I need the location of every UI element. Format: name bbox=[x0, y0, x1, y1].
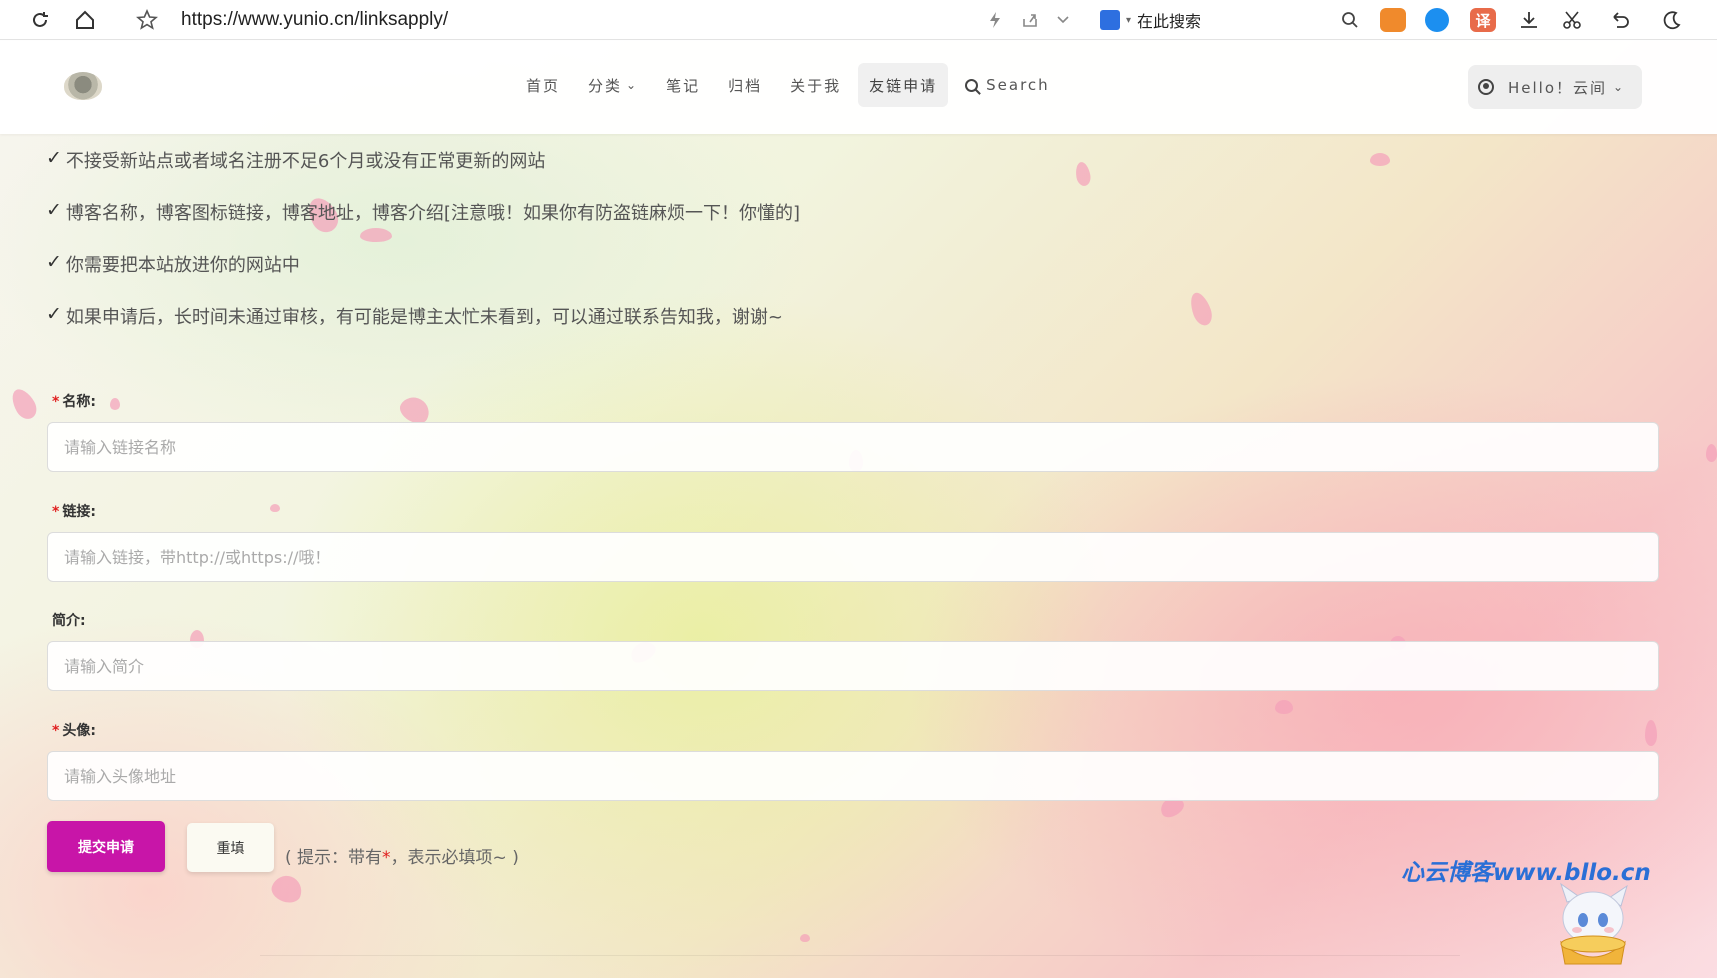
scissors-icon[interactable] bbox=[1560, 8, 1584, 32]
apply-rules: ✓ 不接受新站点或者域名注册不足6个月或没有正常更新的网站 ✓ 博客名称，博客图标链… bbox=[46, 147, 800, 355]
browser-search-placeholder: 在此搜索 bbox=[1137, 12, 1202, 31]
main-nav: 首页 分类 ⌄ 笔记 归档 关于我 友链申请 Search bbox=[515, 63, 1067, 107]
avatar-label-text: 头像: bbox=[62, 723, 96, 739]
hint-suffix: ，表示必填项~ ) bbox=[390, 848, 519, 868]
form-hint: ( 提示：带有*，表示必填项~ ) bbox=[285, 843, 519, 868]
chevron-down-icon: ⌄ bbox=[1613, 80, 1626, 94]
nav-item-label: 友链申请 bbox=[869, 76, 938, 95]
petal-decoration bbox=[1645, 720, 1657, 746]
game-extension-icon[interactable] bbox=[1380, 8, 1406, 32]
avatar-label: * 头像: bbox=[52, 720, 96, 740]
search-icon bbox=[965, 78, 979, 92]
footer-divider bbox=[260, 955, 1460, 956]
submit-button[interactable]: 提交申请 bbox=[47, 821, 165, 872]
rule-item: ✓ 不接受新站点或者域名注册不足6个月或没有正常更新的网站 bbox=[46, 147, 800, 199]
check-icon: ✓ bbox=[46, 199, 62, 221]
petal-decoration bbox=[270, 504, 280, 512]
chevron-down-icon: ⌄ bbox=[626, 78, 639, 92]
share-icon[interactable] bbox=[1018, 8, 1042, 32]
nav-item-label: 归档 bbox=[728, 76, 763, 95]
petal-decoration bbox=[1706, 444, 1717, 462]
reload-icon[interactable] bbox=[28, 8, 52, 32]
nav-item-label: 分类 bbox=[588, 76, 623, 95]
nav-item-archive[interactable]: 归档 bbox=[717, 63, 773, 107]
nav-item-notes[interactable]: 笔记 bbox=[655, 63, 711, 107]
rule-text: 如果申请后，长时间未通过审核，有可能是博主太忙未看到，可以通过联系告知我，谢谢~ bbox=[65, 307, 783, 328]
required-mark: * bbox=[52, 504, 60, 520]
avatar-input[interactable] bbox=[47, 751, 1659, 801]
petal-decoration bbox=[1370, 153, 1390, 166]
infinity-extension-icon[interactable] bbox=[1425, 8, 1449, 32]
rule-text: 博客名称，博客图标链接，博客地址，博客介绍[注意哦！如果你有防盗链麻烦一下！你懂… bbox=[65, 203, 800, 224]
intro-label-text: 简介: bbox=[52, 613, 86, 629]
name-label-text: 名称: bbox=[62, 394, 96, 410]
nav-item-friend-link-apply[interactable]: 友链申请 bbox=[858, 63, 949, 107]
name-label: * 名称: bbox=[52, 391, 96, 411]
petal-decoration bbox=[800, 934, 810, 942]
engine-dropdown-icon: ▾ bbox=[1126, 14, 1132, 26]
search-icon[interactable] bbox=[1338, 8, 1362, 32]
link-label-text: 链接: bbox=[62, 504, 96, 520]
check-icon: ✓ bbox=[46, 303, 62, 325]
lightning-icon[interactable] bbox=[983, 8, 1007, 32]
chevron-down-icon[interactable] bbox=[1051, 8, 1075, 32]
nav-item-label: 首页 bbox=[526, 76, 561, 95]
reset-button[interactable]: 重填 bbox=[187, 823, 274, 872]
hint-required-mark: * bbox=[382, 848, 391, 868]
nav-item-home[interactable]: 首页 bbox=[515, 63, 571, 107]
night-mode-icon[interactable] bbox=[1660, 8, 1684, 32]
download-icon[interactable] bbox=[1517, 8, 1541, 32]
nav-item-label: 关于我 bbox=[790, 76, 842, 95]
address-bar[interactable]: https://www.yunio.cn/linksapply/ bbox=[181, 9, 448, 31]
browser-search-box[interactable]: ▾ 在此搜索 bbox=[1100, 8, 1201, 32]
check-icon: ✓ bbox=[46, 147, 62, 169]
nav-search-button[interactable]: Search bbox=[954, 63, 1061, 107]
rule-item: ✓ 你需要把本站放进你的网站中 bbox=[46, 251, 800, 303]
nav-search-label: Search bbox=[986, 76, 1050, 94]
intro-label: 简介: bbox=[52, 610, 86, 630]
mascot-avatar[interactable] bbox=[1547, 880, 1637, 968]
nav-item-category[interactable]: 分类 ⌄ bbox=[577, 63, 649, 107]
intro-input[interactable] bbox=[47, 641, 1659, 691]
nav-item-about[interactable]: 关于我 bbox=[779, 63, 852, 107]
rule-item: ✓ 如果申请后，长时间未通过审核，有可能是博主太忙未看到，可以通过联系告知我，谢谢… bbox=[46, 303, 800, 355]
home-icon[interactable] bbox=[73, 8, 97, 32]
browser-toolbar: https://www.yunio.cn/linksapply/ ▾ 在此搜索 … bbox=[0, 0, 1717, 40]
rule-text: 你需要把本站放进你的网站中 bbox=[65, 255, 300, 276]
bookmark-star-icon[interactable] bbox=[135, 8, 159, 32]
link-input[interactable] bbox=[47, 532, 1659, 582]
name-input[interactable] bbox=[47, 422, 1659, 472]
rule-item: ✓ 博客名称，博客图标链接，博客地址，博客介绍[注意哦！如果你有防盗链麻烦一下！你… bbox=[46, 199, 800, 251]
site-logo[interactable] bbox=[64, 72, 102, 100]
check-icon: ✓ bbox=[46, 251, 62, 273]
link-label: * 链接: bbox=[52, 501, 96, 521]
user-avatar-icon bbox=[1478, 79, 1494, 95]
nav-item-label: 笔记 bbox=[666, 76, 701, 95]
hint-prefix: ( 提示：带有 bbox=[285, 848, 383, 868]
rule-text: 不接受新站点或者域名注册不足6个月或没有正常更新的网站 bbox=[65, 151, 546, 172]
petal-decoration bbox=[1275, 700, 1293, 714]
required-mark: * bbox=[52, 723, 60, 739]
search-engine-logo-icon bbox=[1100, 10, 1120, 30]
required-mark: * bbox=[52, 394, 60, 410]
site-header: 首页 分类 ⌄ 笔记 归档 关于我 友链申请 Search Hello！云间 ⌄ bbox=[0, 41, 1717, 134]
user-greeting: Hello！云间 bbox=[1508, 78, 1608, 97]
user-menu-button[interactable]: Hello！云间 ⌄ bbox=[1468, 65, 1642, 109]
translate-extension-icon[interactable]: 译 bbox=[1470, 8, 1496, 32]
petal-decoration bbox=[110, 398, 120, 410]
undo-icon[interactable] bbox=[1608, 8, 1632, 32]
